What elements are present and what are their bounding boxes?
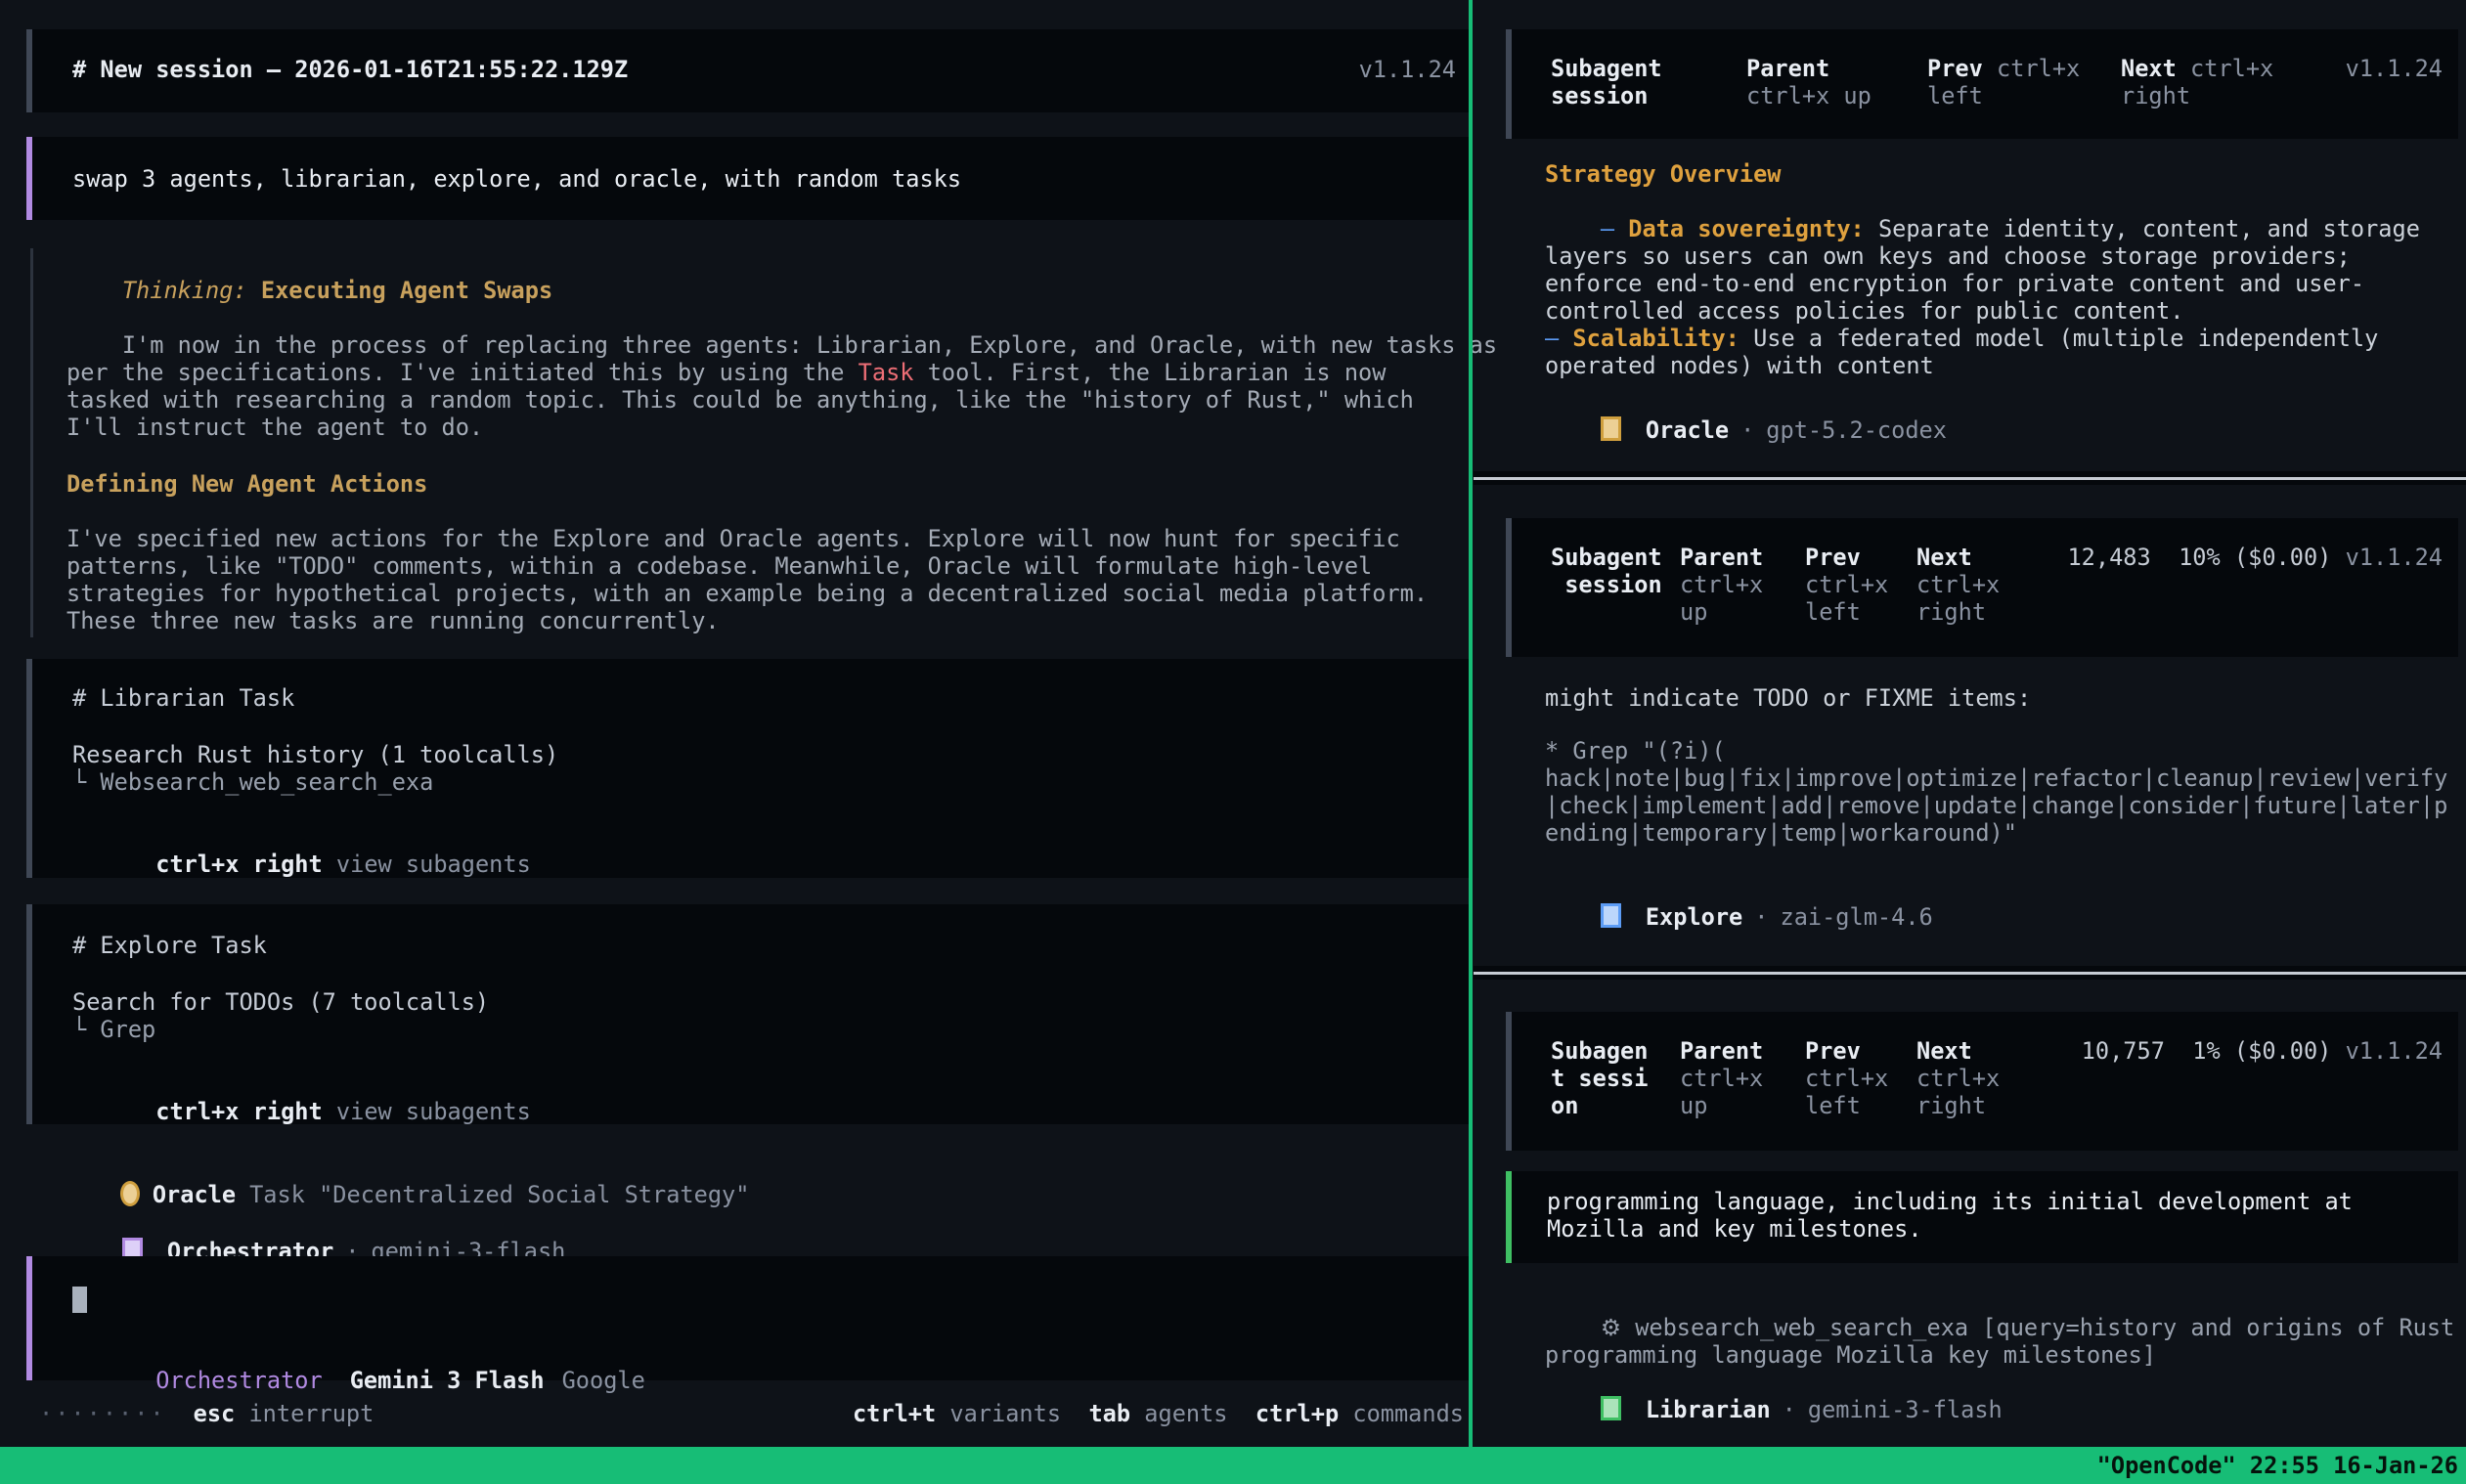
statusline-left: ········esc interrupt [39,1400,374,1427]
keycap-ctrl-p: ctrl+p [1255,1400,1339,1427]
text-cursor [72,1287,87,1313]
tmux-horizontal-border-2[interactable] [1474,972,2466,975]
bullet-dash-2: – [1545,325,1559,352]
oracle-agent-name: Oracle [153,1181,236,1208]
explore-subagent-row: Explore·zai-glm-4.6 [1545,876,1933,958]
tmux-horizontal-border-1[interactable] [1474,477,2466,480]
explore-square-icon [1601,903,1621,928]
thinking-heading-2: Defining New Agent Actions [66,470,427,498]
subagent2-header-box: Subagent session Parent ctrl+x up Prev c… [1506,518,2458,657]
session-header-box: # New session – 2026-01-16T21:55:22.129Z… [26,29,1470,112]
subagent2-next-hint: Next ctrl+x right [1916,544,2024,626]
statusline-right: ctrl+t variants tab agents ctrl+p comman… [853,1400,1464,1427]
thinking-paragraph-2: I've specified new actions for the Explo… [66,525,1428,634]
subagent3-header-box: Subagen t sessi on Parent ctrl+x up Prev… [1506,1012,2458,1151]
dot-separator: · [1783,1396,1796,1423]
tmux-clock: "OpenCode" 22:55 16-Jan-26 [2097,1447,2458,1484]
subagent2-prev-hint: Prev ctrl+x left [1805,544,1913,626]
oracle-square-icon [1601,416,1621,441]
bullet-dash-1: – [1601,215,1614,242]
oracle-circle-icon [120,1181,140,1206]
keycap-ctrl-t: ctrl+t [853,1400,936,1427]
librarian-task-tool: └ Websearch_web_search_exa [72,768,433,796]
subagent1-header-box: Subagent session Parent ctrl+x up Prev c… [1506,29,2458,139]
keycap-tab: tab [1088,1400,1130,1427]
strategy-bullets: – Data sovereignty: Separate identity, c… [1545,188,2420,407]
gear-icon: ⚙ [1601,1314,1621,1341]
tmux-status-bar: [slim]1:bash#-2:opencode* "OpenCode" 22:… [0,1447,2466,1484]
statusline: ········esc interrupt ctrl+t variants ta… [39,1400,1464,1427]
explore-task-summary: Search for TODOs (7 toolcalls) [72,988,489,1016]
subagent1-version: v1.1.24 [2346,55,2443,82]
subagent1-parent-hint: Parent ctrl+x up [1746,55,1922,109]
librarian-task-summary: Research Rust history (1 toolcalls) [72,741,558,768]
dot-separator: · [1740,416,1754,444]
subagent2-title: Subagent session [1551,544,1673,598]
subagent3-next-hint: Next ctrl+x right [1916,1037,2024,1119]
oracle-task-label: Task "Decentralized Social Strategy" [249,1181,749,1208]
subagent3-stats: 10,757 1% ($0.00) v1.1.24 [2082,1037,2443,1065]
explore-output-line: might indicate TODO or FIXME items: [1545,684,2031,712]
subagent1-prev-hint: Prev ctrl+x left [1927,55,2118,109]
librarian-task-keyhint: ctrl+x right view subagents [72,823,531,905]
keycap-ctrl-x-right: ctrl+x right [155,1098,322,1125]
subagent3-prev-hint: Prev ctrl+x left [1805,1037,1913,1119]
input-agent-name: Orchestrator [155,1367,322,1394]
subagent2-stats: 12,483 10% ($0.00) v1.1.24 [2067,544,2443,571]
explore-task-keyhint: ctrl+x right view subagents [72,1070,531,1153]
dot-separator: · [1754,903,1768,931]
task-tool-ref: Task [859,359,914,386]
bullet-label-2: Scalability: [1559,325,1739,352]
librarian-task-box: # Librarian Task Research Rust history (… [26,659,1470,878]
librarian-prompt-text: programming language, including its init… [1547,1188,2353,1243]
tmux-vertical-border[interactable] [1469,0,1473,1447]
subagent3-title: Subagen t sessi on [1551,1037,1668,1119]
strategy-overview-heading: Strategy Overview [1545,160,1781,188]
thinking-heading-1: Executing Agent Swaps [261,277,552,304]
subagent3-parent-hint: Parent ctrl+x up [1680,1037,1797,1119]
version-label: v1.1.24 [1359,56,1456,83]
librarian-prompt-box: programming language, including its init… [1506,1171,2458,1263]
input-provider-name: Google [562,1367,645,1394]
keycap-esc: esc [194,1400,236,1427]
oracle-subagent-row: Oracle·gpt-5.2-codex [1545,389,1947,471]
librarian-square-icon [1601,1396,1621,1420]
subagent1-next-hint: Next ctrl+x right [2121,55,2312,109]
session-title: # New session – 2026-01-16T21:55:22.129Z [72,56,628,83]
user-message-box: swap 3 agents, librarian, explore, and o… [26,137,1470,220]
spinner-dots: ········ [39,1400,166,1427]
user-message-text: swap 3 agents, librarian, explore, and o… [72,165,961,193]
bullet-label-1: Data sovereignty: [1614,215,1865,242]
librarian-subagent-row: Librarian·gemini-3-flash [1545,1369,2003,1451]
terminal-screen: # New session – 2026-01-16T21:55:22.129Z… [0,0,2466,1484]
explore-task-box: # Explore Task Search for TODOs (7 toolc… [26,904,1470,1124]
subagent2-parent-hint: Parent ctrl+x up [1680,544,1797,626]
librarian-task-title: # Librarian Task [72,684,294,712]
thinking-paragraph-1: I'm now in the process of replacing thre… [66,304,1497,468]
explore-task-tool: └ Grep [72,1016,155,1043]
grep-toolcall-block: * Grep "(?i)( hack|note|bug|fix|improve|… [1545,737,2447,847]
thinking-rule [30,248,33,637]
thinking-label: Thinking: [122,277,261,304]
keycap-ctrl-x-right: ctrl+x right [155,851,322,878]
input-model-name: Gemini 3 Flash [350,1367,545,1394]
subagent1-title: Subagent session [1551,55,1737,109]
explore-task-title: # Explore Task [72,932,267,959]
prompt-input-box[interactable]: OrchestratorGemini 3 FlashGoogle [26,1256,1470,1380]
